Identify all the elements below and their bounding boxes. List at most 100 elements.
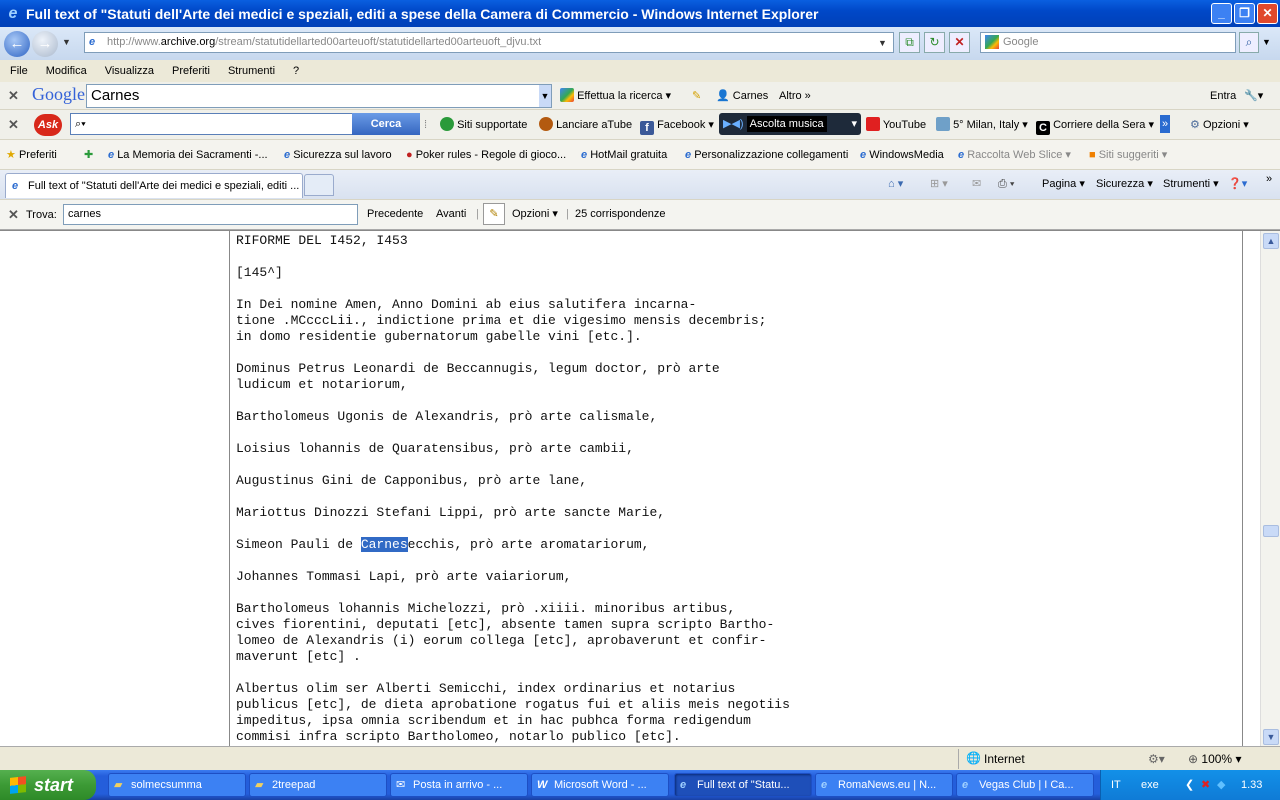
tools-menu-label: Strumenti [1163, 178, 1211, 190]
recent-pages-dropdown-icon[interactable]: ▼ [62, 37, 71, 47]
ask-search-input[interactable]: ⌕▾ [70, 113, 354, 135]
menu-modifica[interactable]: Modifica [36, 65, 95, 77]
music-label: Ascolta musica [746, 116, 827, 132]
close-toolbar-icon[interactable]: ✕ [8, 88, 19, 104]
compat-view-icon[interactable]: ⧉ [899, 32, 920, 53]
menu-visualizza[interactable]: Visualizza [95, 65, 162, 77]
fav-label: La Memoria dei Sacramenti -... [117, 149, 268, 161]
protected-mode-icon[interactable]: ⚙▾ [1148, 752, 1165, 766]
volume-icon[interactable]: ◀) [731, 118, 743, 130]
youtube-button[interactable]: YouTube [866, 116, 926, 134]
back-button[interactable]: ← [4, 31, 30, 57]
zoom-control[interactable]: ⊕ 100% ▾ [1188, 752, 1241, 766]
feeds-icon[interactable]: ⊞ ▾ [930, 175, 948, 193]
home-icon[interactable]: ⌂ ▾ [888, 175, 903, 193]
clock[interactable]: 1.33 [1241, 770, 1262, 800]
new-tab-button[interactable] [304, 174, 334, 196]
help-icon[interactable]: ❓▾ [1228, 175, 1247, 193]
search-options-icon[interactable]: ▼ [1262, 37, 1271, 47]
google-search-button[interactable]: Effettua la ricerca ▾ [560, 87, 671, 105]
favorites-button[interactable]: ★ Preferiti [6, 146, 57, 164]
highlight-matches-icon[interactable]: ✎ [483, 203, 505, 225]
scroll-down-icon[interactable]: ▼ [1263, 729, 1279, 745]
forward-button[interactable]: → [32, 31, 58, 57]
highlight-pencil-icon[interactable]: ✎ [692, 87, 701, 105]
tab-active[interactable]: e Full text of "Statuti dell'Arte dei me… [5, 173, 303, 198]
tools-menu[interactable]: Strumenti ▾ [1163, 175, 1219, 193]
status-bar: 🌐 Internet ⚙▾ ⊕ 100% ▾ [0, 746, 1280, 770]
find-previous-button[interactable]: Precedente [367, 205, 423, 223]
ask-search-button[interactable]: Cerca [352, 113, 420, 135]
google-search-input[interactable]: Carnes ▼ [86, 84, 552, 108]
close-icon[interactable]: ✕ [1257, 3, 1278, 24]
facebook-button[interactable]: f Facebook ▾ [640, 116, 714, 135]
google-more-button[interactable]: Altro » [779, 87, 811, 105]
taskbar-item-active[interactable]: e Full text of "Statu... [674, 773, 812, 797]
address-input[interactable]: e http://www.archive.org/stream/statutid… [84, 32, 894, 53]
fav-link-sacramenti[interactable]: e La Memoria dei Sacramenti -... [108, 146, 268, 164]
scroll-up-icon[interactable]: ▲ [1263, 233, 1279, 249]
menu-strumenti[interactable]: Strumenti [218, 65, 283, 77]
command-overflow-icon[interactable]: » [1266, 170, 1272, 188]
stop-icon[interactable]: ✕ [949, 32, 970, 53]
taskbar-item[interactable]: W Microsoft Word - ... [531, 773, 669, 797]
mail-icon[interactable]: ✉ [972, 175, 981, 193]
network-icon[interactable]: ◆ [1217, 770, 1225, 800]
taskbar-item[interactable]: ✉ Posta in arrivo - ... [390, 773, 528, 797]
taskbar-item[interactable]: ▰ 2treepad [249, 773, 387, 797]
taskbar-item[interactable]: e Vegas Club | I Ca... [956, 773, 1094, 797]
maximize-icon[interactable]: ❐ [1234, 3, 1255, 24]
fav-web-slice[interactable]: e Raccolta Web Slice ▾ [958, 146, 1071, 164]
google-signin-link[interactable]: Entra [1210, 87, 1236, 105]
fav-link-sicurezza[interactable]: e Sicurezza sul lavoro [284, 146, 392, 164]
taskbar-item[interactable]: e RomaNews.eu | N... [815, 773, 953, 797]
search-icon[interactable]: ⌕ [1239, 32, 1259, 53]
google-word-button[interactable]: 👤 Carnes [716, 87, 768, 105]
ask-options-button[interactable]: ⚙ Opzioni ▾ [1190, 116, 1249, 134]
youtube-icon [866, 117, 880, 131]
siti-supportate-button[interactable]: Siti supportate [440, 116, 527, 134]
wrench-icon[interactable]: 🔧▾ [1244, 87, 1263, 105]
address-dropdown-icon[interactable]: ▼ [878, 38, 887, 48]
toolbar-overflow-icon[interactable]: » [1160, 115, 1171, 133]
fav-link-poker[interactable]: ● Poker rules - Regole di gioco... [406, 146, 566, 164]
print-icon[interactable]: ⎙ ▾ [998, 175, 1014, 193]
fav-link-hotmail[interactable]: e HotMail gratuita [581, 146, 667, 164]
taskbar-item[interactable]: ▰ solmecsumma [108, 773, 246, 797]
vertical-scrollbar[interactable]: ▲ ▼ [1260, 231, 1280, 747]
corriere-button[interactable]: C Corriere della Sera ▾ [1036, 116, 1154, 135]
suggested-sites-icon: ■ [1089, 149, 1096, 161]
minimize-icon[interactable]: _ [1211, 3, 1232, 24]
refresh-icon[interactable]: ↻ [924, 32, 945, 53]
fav-link-windowsmedia[interactable]: e WindowsMedia [860, 146, 944, 164]
weather-icon [936, 117, 950, 131]
language-indicator[interactable]: IT [1111, 770, 1121, 800]
music-dropdown-icon[interactable]: ▾ [851, 113, 861, 135]
find-input[interactable]: carnes [63, 204, 358, 225]
weather-button[interactable]: 5° Milan, Italy ▾ [936, 116, 1028, 134]
google-dropdown-icon[interactable]: ▼ [539, 85, 551, 107]
menu-preferiti[interactable]: Preferiti [162, 65, 218, 77]
play-icon[interactable]: ▶ [719, 118, 731, 130]
menu-file[interactable]: File [0, 65, 36, 77]
atube-button[interactable]: Lanciare aTube [539, 116, 632, 134]
close-find-icon[interactable]: ✕ [8, 207, 19, 223]
safety-menu-label: Sicurezza [1096, 178, 1145, 190]
page-menu[interactable]: Pagina ▾ [1042, 175, 1085, 193]
fav-suggested-sites[interactable]: ■ Siti suggeriti ▾ [1089, 146, 1167, 164]
antivirus-icon[interactable]: ✖ [1201, 770, 1210, 800]
add-favorite-icon[interactable]: ✚ [84, 146, 93, 164]
music-player[interactable]: ▶◀) Ascolta musica ▾ [719, 113, 861, 135]
scroll-thumb[interactable] [1263, 525, 1279, 537]
find-next-button[interactable]: Avanti [436, 205, 466, 223]
start-button[interactable]: start [0, 770, 96, 800]
close-toolbar-icon[interactable]: ✕ [8, 117, 19, 133]
tray-expand-icon[interactable]: ❮ [1185, 770, 1194, 800]
menu-help[interactable]: ? [283, 65, 307, 77]
search-input[interactable]: Google [980, 32, 1236, 53]
find-options-button[interactable]: Opzioni ▾ [512, 205, 558, 223]
ask-toolbar: ✕ Ask ⌕▾ Cerca ⁞ Siti supportate Lanciar… [0, 110, 1280, 140]
find-options-label: Opzioni [512, 208, 550, 220]
fav-link-personalizzazione[interactable]: e Personalizzazione collegamenti [685, 146, 848, 164]
safety-menu[interactable]: Sicurezza ▾ [1096, 175, 1153, 193]
